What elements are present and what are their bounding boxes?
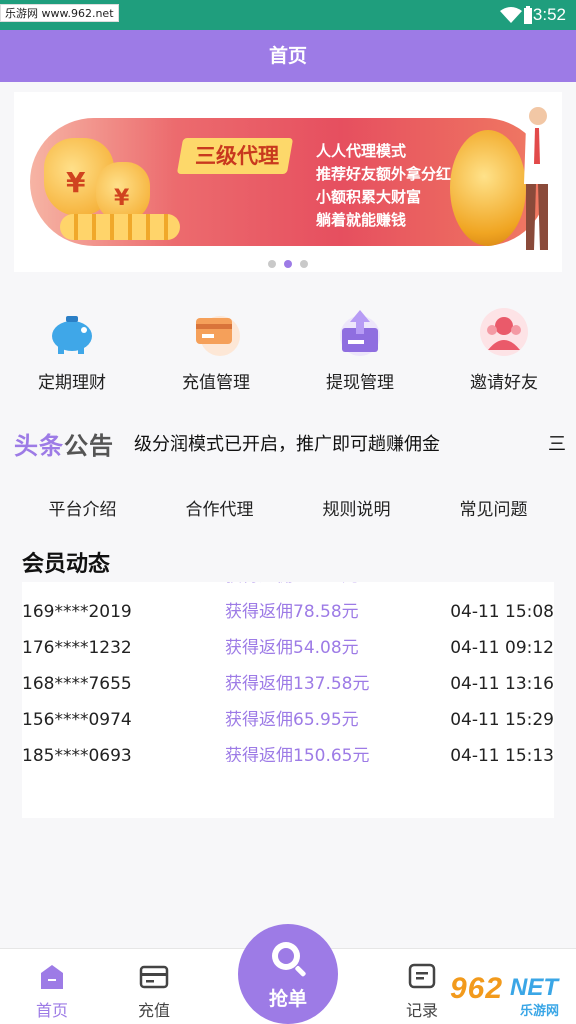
search-icon — [266, 936, 310, 980]
battery-icon — [524, 6, 532, 24]
feed-phone: 151****0322 — [22, 582, 132, 594]
withdraw-icon — [334, 306, 386, 358]
carousel-dot-active[interactable] — [284, 260, 292, 268]
site-watermark: 962 NET 乐游网 — [450, 972, 574, 1020]
banner-line: 躺着就能赚钱 — [316, 211, 407, 229]
feed-row: 151****0322 获得返佣68.27元 04-11 11:15 — [22, 582, 554, 594]
menu-item-label: 定期理财 — [38, 373, 106, 393]
nav-recharge[interactable]: 充值 — [106, 963, 202, 1021]
tab-platform-intro[interactable]: 平台介绍 — [14, 488, 151, 532]
card-icon — [190, 306, 242, 358]
menu-item-label: 邀请好友 — [470, 373, 538, 393]
feed-time: 04-11 15:29 — [450, 710, 554, 730]
feed-amount: 获得返佣150.65元 — [225, 746, 370, 762]
headline-logo-part: 公告 — [64, 431, 114, 460]
home-icon — [37, 963, 67, 991]
gold-coin-icon — [450, 130, 526, 246]
menu-item-invite[interactable]: 邀请好友 — [432, 300, 576, 393]
feed-phone: 156****0974 — [22, 710, 132, 730]
feed-time: 04-11 11:15 — [450, 582, 554, 594]
feed-amount: 获得返佣137.58元 — [225, 674, 370, 694]
feed-amount: 获得返佣65.95元 — [225, 710, 359, 730]
announcement-text[interactable]: 三级分润模式已开启，推广即可趟赚佣金 — [134, 430, 440, 456]
coins-icon — [60, 214, 180, 240]
watermark-label: 乐游网 www.962.net — [0, 4, 119, 22]
feed-phone: 168****7655 — [22, 674, 132, 694]
records-icon — [407, 963, 437, 991]
grab-order-button[interactable]: 抢单 — [238, 924, 338, 1024]
marquee-window: 三级分润模式已开启，推广即可趟赚佣金 — [134, 420, 538, 464]
feed-phone: 176****1232 — [22, 638, 132, 658]
clock: 3:52 — [532, 5, 566, 24]
feed-amount: 获得返佣68.27元 — [225, 582, 359, 594]
feed-amount: 获得返佣78.58元 — [225, 602, 359, 622]
businessman-illustration — [524, 107, 550, 250]
feed-amount: 获得返佣54.08元 — [225, 638, 359, 658]
banner-slide[interactable]: ¥ ¥ 三级代理 人人代理模式 推荐好友额外拿分红 小额积累大财富 躺着就能赚钱 — [30, 107, 550, 250]
feed-row: 169****2019 获得返佣78.58元 04-11 15:08 — [22, 594, 554, 630]
nav-home[interactable]: 首页 — [4, 963, 100, 1021]
watermark-number: 962 — [450, 972, 504, 1005]
quick-menu: 定期理财 充值管理 提现管理 邀请好友 — [0, 300, 576, 400]
tab-agency[interactable]: 合作代理 — [151, 488, 288, 532]
carousel-dots — [14, 253, 562, 272]
banner-lines: 人人代理模式 推荐好友额外拿分红 小额积累大财富 躺着就能赚钱 — [316, 140, 466, 232]
feed-title: 会员动态 — [22, 552, 111, 577]
nav-label: 首页 — [35, 1001, 68, 1020]
piggy-bank-icon — [46, 306, 98, 358]
feed-time: 04-11 15:13 — [450, 746, 554, 762]
menu-item-recharge[interactable]: 充值管理 — [144, 300, 288, 393]
banner-line: 人人代理模式 — [316, 142, 407, 160]
wallet-icon — [139, 963, 169, 991]
banner-line: 推荐好友额外拿分红 — [316, 165, 452, 183]
menu-item-withdraw[interactable]: 提现管理 — [288, 300, 432, 393]
feed-time: 04-11 13:16 — [450, 674, 554, 694]
carousel-dot[interactable] — [268, 260, 276, 268]
tab-rules[interactable]: 规则说明 — [288, 488, 425, 532]
carousel-dot[interactable] — [300, 260, 308, 268]
invite-friends-icon — [478, 306, 530, 358]
page-title: 首页 — [0, 30, 576, 82]
menu-item-label: 充值管理 — [182, 373, 250, 393]
watermark-net: NET — [510, 974, 558, 1001]
menu-item-regular-finance[interactable]: 定期理财 — [0, 300, 144, 393]
banner-tag: 三级代理 — [195, 144, 279, 168]
feed-row: 168****7655 获得返佣137.58元 04-11 13:16 — [22, 666, 554, 702]
feed-time: 04-11 09:12 — [450, 638, 554, 658]
yen-icon: ¥ — [114, 186, 130, 211]
banner-carousel[interactable]: ¥ ¥ 三级代理 人人代理模式 推荐好友额外拿分红 小额积累大财富 躺着就能赚钱 — [14, 92, 562, 272]
headline-logo-part: 头条 — [14, 431, 64, 460]
announcement-bar[interactable]: 头条公告 三级分润模式已开启，推广即可趟赚佣金 三 — [0, 420, 576, 464]
feed-phone: 185****0693 — [22, 746, 132, 762]
grab-order-label: 抢单 — [268, 988, 307, 1010]
wifi-icon — [500, 7, 522, 23]
tab-faq[interactable]: 常见问题 — [425, 488, 562, 532]
announcement-text-next: 三 — [548, 434, 566, 455]
feed-row: 185****0693 获得返佣150.65元 04-11 15:13 — [22, 738, 554, 762]
status-bar: 乐游网 www.962.net 3:52 — [0, 0, 576, 30]
feed-time: 04-11 15:08 — [450, 602, 554, 622]
headline-logo: 头条公告 — [14, 426, 114, 461]
menu-item-label: 提现管理 — [326, 373, 394, 393]
nav-label: 充值 — [137, 1001, 170, 1020]
watermark-cn: 乐游网 — [520, 1003, 560, 1018]
feed-phone: 169****2019 — [22, 602, 132, 622]
member-feed[interactable]: 151****0322 获得返佣68.27元 04-11 11:15 169****… — [22, 582, 554, 818]
yen-icon: ¥ — [66, 166, 86, 199]
banner-line: 小额积累大财富 — [316, 188, 422, 206]
info-tabs: 平台介绍 合作代理 规则说明 常见问题 — [14, 488, 562, 532]
feed-row: 156****0974 获得返佣65.95元 04-11 15:29 — [22, 702, 554, 738]
feed-row: 176****1232 获得返佣54.08元 04-11 09:12 — [22, 630, 554, 666]
